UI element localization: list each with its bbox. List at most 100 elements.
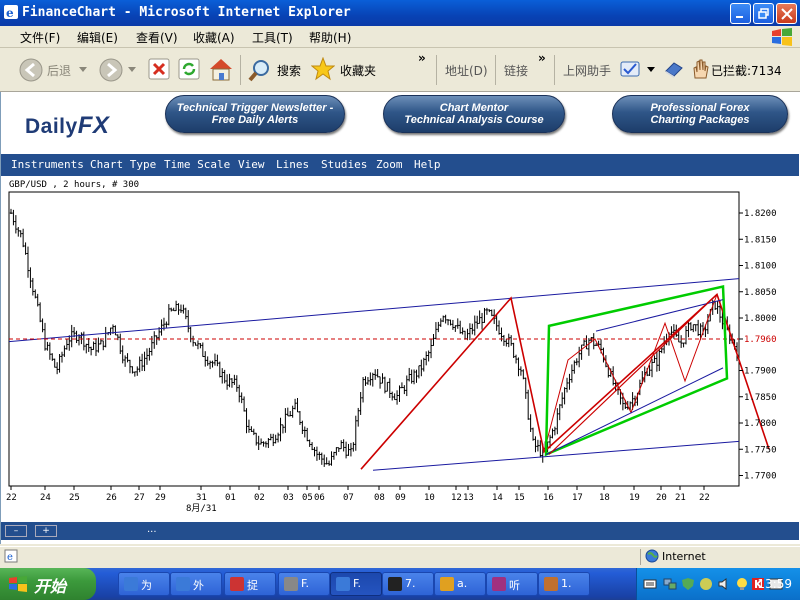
technical-trigger-newsletter-button[interactable]: Technical Trigger Newsletter - Free Dail… <box>165 95 345 133</box>
tray-app-icon[interactable] <box>699 577 713 591</box>
chart-menu-time-scale[interactable]: Time Scale <box>164 158 230 171</box>
x-tick-label: 31 <box>196 493 207 503</box>
x-tick-label: 21 <box>675 493 686 503</box>
taskbar-task-9[interactable]: 1. <box>538 572 590 596</box>
start-button[interactable]: 开始 <box>0 568 96 600</box>
chart-menu-instruments[interactable]: Instruments <box>11 158 84 171</box>
price-chart[interactable]: 1.7700 1.7750 1.7800 1.7850 1.7900 1.7960 1.80… <box>1 190 799 520</box>
search-label[interactable]: 搜索 <box>277 62 301 79</box>
links-label[interactable]: 链接 <box>504 62 528 79</box>
x-tick-label: 20 <box>656 493 667 503</box>
forward-dropdown-icon[interactable] <box>128 67 136 73</box>
toolbar-divider <box>554 55 555 85</box>
status-bar: e Internet <box>0 546 800 566</box>
taskbar-task-3[interactable]: 捉 <box>224 572 276 596</box>
favorites-label[interactable]: 收藏夹 <box>340 62 376 79</box>
home-icon[interactable] <box>208 57 234 81</box>
taskbar-task-1[interactable]: 为 <box>118 572 170 596</box>
taskbar-task-2[interactable]: 外 <box>170 572 222 596</box>
y-tick-label: 1.7750 <box>744 445 777 455</box>
x-tick-label: 06 <box>314 493 325 503</box>
task-label: 外 <box>193 579 204 592</box>
network-icon[interactable] <box>663 577 677 591</box>
pill-line-1: Professional Forex <box>650 102 750 114</box>
chart-menu-view[interactable]: View <box>238 158 265 171</box>
x-tick-label: 13 <box>463 493 474 503</box>
x-tick-label: 10 <box>424 493 435 503</box>
forward-icon[interactable] <box>98 57 124 83</box>
pill-line-2: Free Daily Alerts <box>211 114 299 126</box>
back-label[interactable]: 后退 <box>47 62 71 79</box>
menu-view[interactable]: 查看(V) <box>136 29 178 46</box>
svg-text:e: e <box>6 6 14 20</box>
menu-file[interactable]: 文件(F) <box>20 29 60 46</box>
popup-blocker-hand-icon[interactable] <box>690 58 710 80</box>
online-helper-label[interactable]: 上网助手 <box>563 62 611 79</box>
start-label: 开始 <box>34 577 67 596</box>
stop-icon[interactable] <box>148 58 170 80</box>
chart-menu-help[interactable]: Help <box>414 158 441 171</box>
chart-menu-studies[interactable]: Studies <box>321 158 367 171</box>
speaker-icon[interactable] <box>717 577 731 591</box>
toolbar-overflow-chevron[interactable]: » <box>418 51 426 65</box>
task-label: 为 <box>141 579 152 592</box>
chart-menu-chart-type[interactable]: Chart Type <box>90 158 156 171</box>
menu-tools[interactable]: 工具(T) <box>252 29 293 46</box>
x-tick-label: 02 <box>254 493 265 503</box>
scroll-dots: ... <box>147 524 157 535</box>
restore-button[interactable] <box>753 3 774 24</box>
x-tick-label: 08 <box>374 493 385 503</box>
clock[interactable]: 13:59 <box>757 577 792 591</box>
back-dropdown-icon[interactable] <box>79 67 87 73</box>
taskbar-task-7[interactable]: a. <box>434 572 486 596</box>
taskbar-task-5[interactable]: F. <box>330 572 382 596</box>
pill-line-2: Technical Analysis Course <box>404 114 544 126</box>
keyboard-icon[interactable] <box>643 577 657 591</box>
x-tick-label: 26 <box>106 493 117 503</box>
taskbar-task-6[interactable]: 7. <box>382 572 434 596</box>
chart-menu-lines[interactable]: Lines <box>276 158 309 171</box>
toolbar-divider <box>495 55 496 85</box>
taskbar-task-8[interactable]: 听 <box>486 572 538 596</box>
helper-dropdown-icon[interactable] <box>647 67 655 73</box>
x-tick-label: 19 <box>629 493 640 503</box>
links-overflow-chevron[interactable]: » <box>538 51 546 65</box>
shield-icon[interactable] <box>681 577 695 591</box>
toolbar: 后退 搜索 收藏夹 » 地址(D) 链接 » 上网助手 已拦截:7134 <box>0 48 800 92</box>
menu-help[interactable]: 帮助(H) <box>309 29 351 46</box>
y-axis: 1.7700 1.7750 1.7800 1.7850 1.7900 1.7960 1.80… <box>739 209 777 482</box>
chart-menu-zoom[interactable]: Zoom <box>376 158 403 171</box>
address-label[interactable]: 地址(D) <box>445 62 488 79</box>
menu-favorites[interactable]: 收藏(A) <box>193 29 235 46</box>
mail-check-icon[interactable] <box>620 59 640 79</box>
search-icon[interactable] <box>248 58 272 82</box>
y-tick-label: 1.7900 <box>744 367 777 377</box>
refresh-icon[interactable] <box>178 58 200 80</box>
close-icon <box>781 8 793 20</box>
windows-logo-icon <box>772 28 792 46</box>
help-bulb-icon[interactable] <box>735 577 749 591</box>
menu-edit[interactable]: 编辑(E) <box>77 29 118 46</box>
scroll-plus-button[interactable]: + <box>35 525 57 537</box>
task-label: 听 <box>509 579 520 592</box>
scroll-minus-button[interactable]: – <box>5 525 27 537</box>
x-tick-label: 17 <box>572 493 583 503</box>
close-button[interactable] <box>776 3 797 24</box>
taskbar-task-4[interactable]: F. <box>278 572 330 596</box>
task-app-icon <box>492 577 506 591</box>
internet-zone-globe-icon <box>645 549 659 563</box>
window-title: FinanceChart - Microsoft Internet Explor… <box>22 5 351 20</box>
eraser-icon[interactable] <box>664 59 684 79</box>
favorites-star-icon[interactable] <box>311 57 335 81</box>
dailyfx-logo[interactable]: DailyFX <box>25 112 109 140</box>
y-tick-label: 1.8000 <box>744 314 777 324</box>
chart-mentor-button[interactable]: Chart Mentor Technical Analysis Course <box>383 95 565 133</box>
pill-line-2: Charting Packages <box>650 114 750 126</box>
minimize-icon <box>736 16 743 18</box>
professional-forex-charting-button[interactable]: Professional Forex Charting Packages <box>612 95 788 133</box>
y-tick-label: 1.8200 <box>744 209 777 219</box>
task-app-icon <box>284 577 298 591</box>
minimize-button[interactable] <box>730 3 751 24</box>
back-icon[interactable] <box>18 57 44 83</box>
blocked-count-label[interactable]: 已拦截:7134 <box>711 62 782 79</box>
